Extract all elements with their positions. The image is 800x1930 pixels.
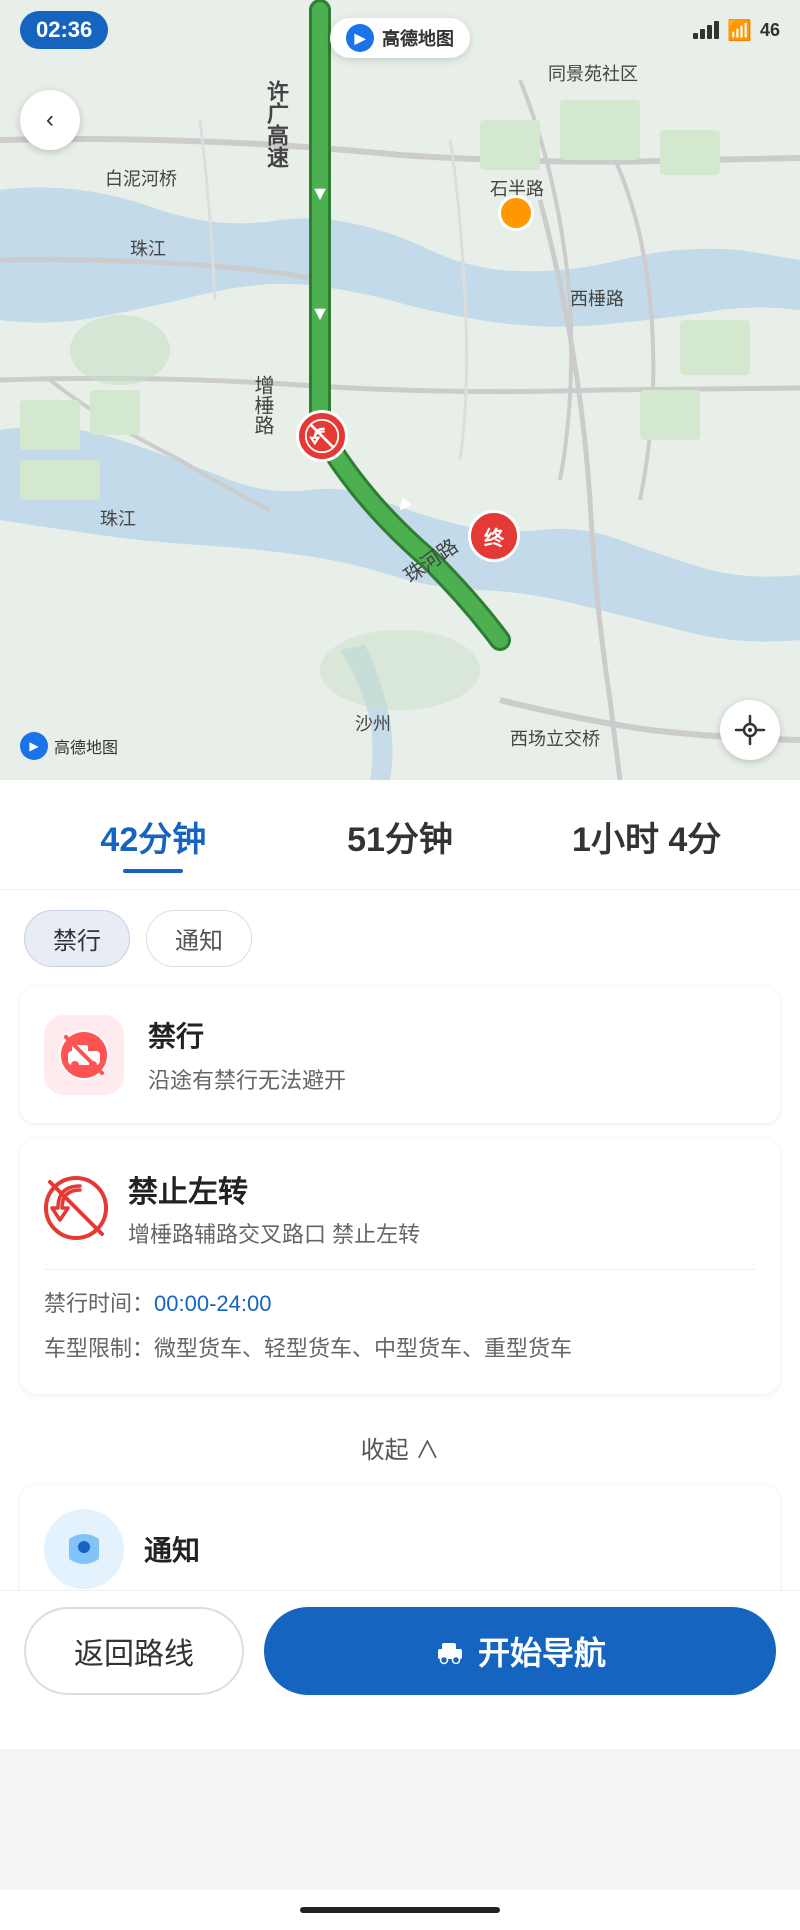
time-value: 00:00-24:00: [154, 1291, 271, 1316]
map-label-river-bridge: 白泥河桥: [105, 165, 177, 191]
signal-icon: [693, 21, 719, 39]
no-left-turn-icon: [44, 1176, 108, 1240]
notification-label: 通知: [144, 1529, 200, 1569]
detail-header: 禁止左转 增棰路辅路交叉路口 禁止左转: [44, 1167, 756, 1249]
route-tab-3[interactable]: 1小时 4分: [523, 804, 770, 869]
map-label-zenglou: 增棰路: [248, 375, 277, 435]
no-left-turn-card: 禁止左转 增棰路辅路交叉路口 禁止左转 禁行时间：00:00-24:00 车型限…: [20, 1139, 780, 1394]
map-label-xi: 西棰路: [570, 285, 624, 311]
map-label-tongjing: 同景苑社区: [548, 60, 638, 86]
time-label: 禁行时间：: [44, 1291, 154, 1316]
destination-label: 终: [484, 522, 504, 551]
map-label-shazhou: 沙州: [355, 710, 391, 736]
destination-marker: 终: [468, 510, 520, 562]
location-button[interactable]: [720, 700, 780, 760]
wifi-icon: 📶: [727, 18, 752, 43]
route-tab-1[interactable]: 42分钟: [30, 804, 277, 869]
status-right: 📶 46: [693, 18, 780, 43]
detail-text-block: 禁止左转 增棰路辅路交叉路口 禁止左转: [128, 1167, 420, 1249]
restriction-title: 禁行: [148, 1015, 756, 1055]
turn-restriction-marker: [296, 410, 348, 462]
amap-watermark-text: 高德地图: [54, 734, 118, 758]
filter-tab-notice[interactable]: 通知: [146, 910, 252, 967]
action-bar: 返回路线 开始导航: [0, 1590, 800, 1731]
detail-divider: [44, 1269, 756, 1270]
amap-watermark: ▶ 高德地图: [20, 732, 118, 760]
amap-watermark-icon: ▶: [20, 732, 48, 760]
restriction-subtitle: 沿途有禁行无法避开: [148, 1063, 756, 1095]
map-label-xichang: 西场立交桥: [510, 725, 600, 751]
back-button[interactable]: ‹: [20, 90, 80, 150]
detail-title: 禁止左转: [128, 1167, 420, 1211]
map-area[interactable]: ▼ ▼ ▼ 02:36 📶: [0, 0, 800, 780]
home-indicator: [0, 1890, 800, 1930]
map-label-pearl-river-2: 珠江: [100, 505, 136, 531]
traffic-marker: [498, 195, 534, 231]
home-bar: [300, 1907, 500, 1913]
filter-tabs: 禁行 通知: [0, 890, 800, 987]
start-navigate-button[interactable]: 开始导航: [264, 1607, 776, 1695]
status-time: 02:36: [20, 11, 108, 49]
route-tabs: 42分钟 51分钟 1小时 4分: [0, 780, 800, 890]
svg-text:▼: ▼: [310, 183, 330, 205]
restriction-text: 禁行 沿途有禁行无法避开: [148, 1015, 756, 1095]
detail-location: 增棰路辅路交叉路口 禁止左转: [128, 1217, 420, 1249]
battery-level: 46: [760, 20, 780, 41]
map-label-highway: 许广高速: [260, 80, 292, 168]
collapse-button[interactable]: 收起 ∧: [0, 1410, 800, 1485]
route-tab-2[interactable]: 51分钟: [277, 804, 524, 869]
svg-text:▼: ▼: [310, 303, 330, 325]
navigate-icon: [434, 1635, 466, 1667]
return-route-button[interactable]: 返回路线: [24, 1607, 244, 1695]
map-logo-icon: ▶: [346, 24, 374, 52]
filter-tab-prohibition[interactable]: 禁行: [24, 910, 130, 967]
restriction-banner-card: 禁行 沿途有禁行无法避开: [20, 987, 780, 1123]
detail-time-row: 禁行时间：00:00-24:00: [44, 1286, 756, 1321]
map-label-pearl-river-1: 珠江: [130, 235, 166, 261]
map-logo-text: 高德地图: [382, 25, 454, 51]
restriction-icon: [44, 1015, 124, 1095]
notification-icon: [44, 1509, 124, 1589]
detail-vehicle-row: 车型限制：微型货车、轻型货车、中型货车、重型货车: [44, 1331, 756, 1366]
map-logo: ▶ 高德地图: [330, 18, 470, 58]
